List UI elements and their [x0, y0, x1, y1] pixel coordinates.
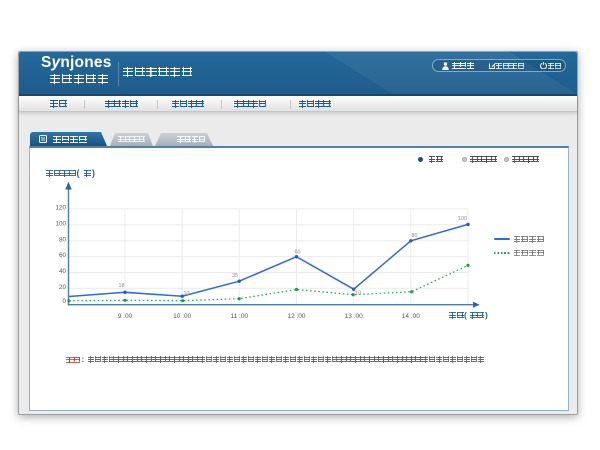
svg-text:80: 80: [412, 233, 418, 239]
svg-text:100: 100: [55, 220, 66, 227]
svg-text:40: 40: [59, 268, 67, 275]
svg-text:11 :00: 11 :00: [231, 313, 249, 320]
svg-text:10 :00: 10 :00: [173, 313, 191, 320]
svg-text:35: 35: [232, 273, 238, 279]
svg-text:14 :00: 14 :00: [402, 313, 420, 320]
svg-text:100: 100: [458, 216, 467, 222]
svg-text:60: 60: [59, 252, 67, 259]
svg-text:18: 18: [119, 283, 125, 289]
svg-text:9 :00: 9 :00: [118, 313, 133, 320]
svg-text:60: 60: [295, 250, 301, 256]
svg-text:10: 10: [355, 291, 361, 297]
svg-text:120: 120: [55, 205, 66, 212]
svg-text:80: 80: [59, 236, 67, 243]
svg-text:13 :00: 13 :00: [345, 313, 363, 320]
svg-text:10: 10: [184, 291, 190, 297]
svg-text:0: 0: [62, 298, 66, 305]
svg-text:12 :00: 12 :00: [287, 313, 305, 320]
svg-text:20: 20: [59, 284, 67, 291]
